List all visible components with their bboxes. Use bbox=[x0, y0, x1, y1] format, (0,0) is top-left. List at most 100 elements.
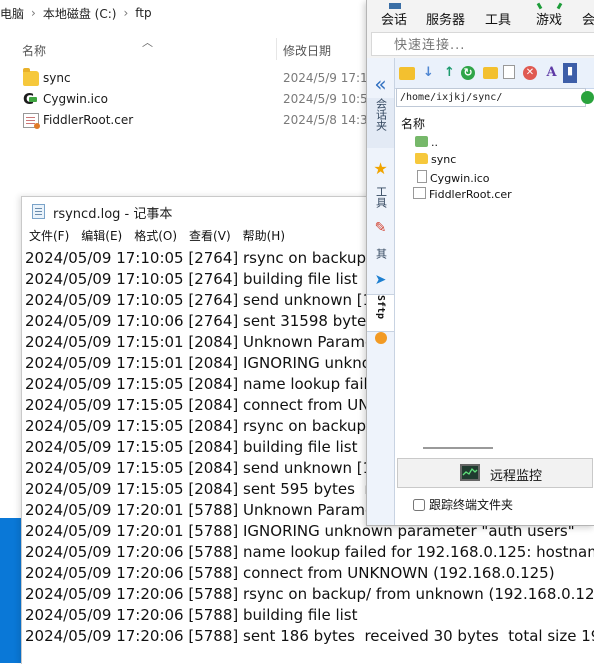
quick-connect-box bbox=[371, 32, 594, 56]
tree-item-parent[interactable]: .. bbox=[415, 136, 438, 152]
paper-plane-icon[interactable]: ➤ bbox=[367, 272, 394, 288]
file-name: Cygwin.ico bbox=[43, 92, 108, 106]
tab-other[interactable]: 其 bbox=[367, 248, 394, 270]
folder-up-icon[interactable] bbox=[399, 67, 415, 80]
tab-tools-label: 工具 bbox=[374, 186, 388, 208]
collapse-panel-icon[interactable]: « bbox=[367, 74, 394, 94]
file-name: sync bbox=[43, 71, 71, 85]
quick-connect-input[interactable] bbox=[374, 34, 594, 56]
file-icon bbox=[417, 170, 427, 183]
chevron-right-icon: › bbox=[31, 6, 36, 20]
menu-games[interactable]: 游戏 bbox=[536, 2, 563, 28]
new-folder-icon[interactable] bbox=[483, 67, 498, 79]
menu-edit[interactable]: 编辑(E) bbox=[74, 227, 122, 247]
menu-file[interactable]: 文件(F) bbox=[22, 227, 69, 247]
sftp-main-pane: ↓ ↑ ↻ ✕ A ▮ /home/ixjkj/sync/ 名称 .. sync… bbox=[395, 58, 594, 525]
menu-view[interactable]: 查看(V) bbox=[182, 227, 231, 247]
follow-terminal-folder[interactable]: 跟踪终端文件夹 bbox=[413, 496, 513, 513]
new-file-icon[interactable] bbox=[503, 65, 515, 79]
panel-sidebar: « 会话夹 ★ 工具 ✎ 其 ➤ Sftp bbox=[367, 58, 395, 525]
column-header-date-modified[interactable]: 修改日期 bbox=[283, 42, 331, 59]
monitor-graph bbox=[462, 467, 478, 476]
menu-servers-label: 服务器 bbox=[426, 13, 466, 28]
sort-ascending-icon: ︿ bbox=[142, 36, 153, 49]
download-icon[interactable]: ↓ bbox=[421, 65, 436, 81]
breadcrumb-item-ftp[interactable]: ftp bbox=[135, 6, 151, 20]
game-icon-right bbox=[556, 2, 563, 10]
log-line: 2024/05/09 17:20:06 [5788] sent 186 byte… bbox=[25, 627, 594, 645]
tree-item-file[interactable]: Cygwin.ico bbox=[415, 170, 490, 186]
file-row[interactable]: sync 2024/5/9 17:10 bbox=[0, 68, 375, 89]
log-line: 2024/05/09 17:20:06 [5788] rsync on back… bbox=[25, 585, 594, 603]
file-date: 2024/5/9 10:59 bbox=[283, 92, 376, 106]
log-line: 2024/05/09 17:20:06 [5788] building file… bbox=[25, 606, 358, 624]
desktop-background bbox=[0, 518, 21, 663]
tab-other-label: 其 bbox=[374, 248, 388, 259]
menu-format[interactable]: 格式(O) bbox=[127, 227, 177, 247]
remote-monitor-button[interactable]: 远程监控 bbox=[397, 458, 593, 488]
menu-more[interactable]: 会 bbox=[582, 9, 594, 28]
column-header-row: 名称 ︿ 修改日期 bbox=[0, 36, 370, 62]
ssh-client-sftp-panel: 会话 服务器 工具 游戏 会 « 会话夹 ★ 工具 ✎ 其 ➤ bbox=[366, 0, 594, 526]
menu-help[interactable]: 帮助(H) bbox=[236, 227, 285, 247]
cygwin-icon: C bbox=[23, 92, 39, 107]
notepad-icon bbox=[32, 204, 45, 219]
tab-sftp[interactable]: Sftp bbox=[367, 294, 394, 332]
sftp-toolbar: ↓ ↑ ↻ ✕ A ▮ bbox=[395, 58, 594, 89]
properties-icon[interactable]: ▮ bbox=[563, 63, 577, 83]
menu-games-label: 游戏 bbox=[536, 13, 563, 28]
menu-sessions-label: 会话 bbox=[381, 13, 408, 28]
column-header-name[interactable]: 名称 bbox=[22, 42, 46, 59]
upload-icon[interactable]: ↑ bbox=[442, 65, 457, 81]
orange-circle-icon[interactable] bbox=[367, 332, 394, 347]
remote-path-field[interactable]: /home/ixjkj/sync/ bbox=[396, 88, 586, 107]
certificate-icon bbox=[23, 113, 40, 129]
follow-terminal-label: 跟踪终端文件夹 bbox=[429, 498, 514, 512]
breadcrumb: 此电脑 › 本地磁盘 (C:) › ftp bbox=[0, 0, 370, 26]
wrench-icon[interactable]: ✎ bbox=[367, 220, 394, 236]
monitor-icon bbox=[460, 464, 480, 481]
file-date: 2024/5/8 14:33 bbox=[283, 113, 376, 127]
tree-item-file[interactable]: FiddlerRoot.cer bbox=[413, 187, 512, 203]
tab-sessions-label: 会话夹 bbox=[374, 98, 388, 131]
tree-item-label: FiddlerRoot.cer bbox=[429, 188, 512, 201]
folder-icon bbox=[23, 68, 39, 86]
file-date: 2024/5/9 17:10 bbox=[283, 71, 376, 85]
tab-sessions[interactable]: 会话夹 bbox=[367, 98, 394, 148]
certificate-icon bbox=[413, 187, 426, 199]
file-row[interactable]: C Cygwin.ico 2024/5/9 10:59 bbox=[0, 89, 375, 110]
client-menubar: 会话 服务器 工具 游戏 会 bbox=[367, 0, 594, 32]
breadcrumb-item-drive-c[interactable]: 本地磁盘 (C:) bbox=[43, 5, 117, 22]
tree-item-label: .. bbox=[431, 136, 438, 149]
orange-dot bbox=[374, 332, 387, 344]
game-icon bbox=[536, 2, 543, 10]
folder-icon bbox=[415, 153, 428, 164]
remote-monitor-label: 远程监控 bbox=[490, 469, 543, 484]
menu-sessions[interactable]: 会话 bbox=[381, 3, 408, 28]
column-divider[interactable] bbox=[276, 38, 277, 60]
delete-icon[interactable]: ✕ bbox=[523, 66, 537, 80]
file-name: FiddlerRoot.cer bbox=[43, 113, 134, 127]
menu-tools-label: 工具 bbox=[485, 13, 512, 28]
menu-servers[interactable]: 服务器 bbox=[426, 9, 465, 28]
tree-item-label: Cygwin.ico bbox=[430, 172, 490, 185]
breadcrumb-item-this-pc[interactable]: 此电脑 bbox=[0, 5, 24, 22]
menu-more-label: 会 bbox=[582, 13, 594, 28]
file-row[interactable]: FiddlerRoot.cer 2024/5/8 14:33 bbox=[0, 110, 375, 131]
rename-icon[interactable]: A bbox=[544, 65, 559, 81]
tab-tools[interactable]: 工具 bbox=[367, 186, 394, 220]
log-line: 2024/05/09 17:20:06 [5788] connect from … bbox=[25, 564, 555, 582]
menu-tools[interactable]: 工具 bbox=[485, 9, 511, 28]
refresh-icon[interactable]: ↻ bbox=[461, 66, 475, 80]
go-icon[interactable] bbox=[581, 91, 594, 104]
parent-folder-icon bbox=[415, 136, 428, 147]
tree-column-header[interactable]: 名称 bbox=[401, 115, 425, 132]
tree-item-folder[interactable]: sync bbox=[415, 153, 456, 169]
chevron-right-icon: › bbox=[123, 6, 129, 20]
tab-sftp-label: Sftp bbox=[375, 295, 386, 320]
pane-splitter[interactable] bbox=[423, 447, 493, 449]
star-icon[interactable]: ★ bbox=[367, 159, 394, 178]
session-icon bbox=[389, 3, 401, 9]
follow-terminal-checkbox[interactable] bbox=[413, 498, 425, 511]
tree-item-label: sync bbox=[431, 153, 457, 166]
